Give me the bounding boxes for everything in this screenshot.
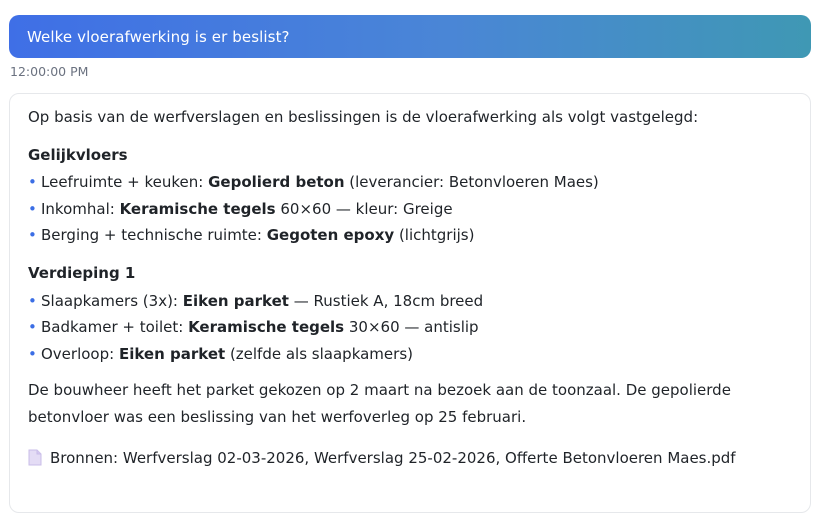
bullet-icon: • xyxy=(28,200,37,218)
bullet-icon: • xyxy=(28,226,37,244)
answer-intro: Op basis van de werfverslagen en besliss… xyxy=(28,108,699,126)
bullet-icon: • xyxy=(28,318,37,336)
document-icon xyxy=(28,448,42,475)
message-timestamp: 12:00:00 PM xyxy=(10,64,89,79)
bullet-icon: • xyxy=(28,345,37,363)
sources-text: Bronnen: Werfverslag 02-03-2026, Werfver… xyxy=(50,449,736,467)
list-item: • Leefruimte + keuken: Gepolierd beton (l… xyxy=(28,173,599,191)
list-item: • Berging + technische ruimte: Gegoten ep… xyxy=(28,226,475,244)
sources-line: Bronnen: Werfverslag 02-03-2026, Werfver… xyxy=(28,445,788,475)
assistant-answer-card: Op basis van de werfverslagen en besliss… xyxy=(9,93,811,513)
user-message-bubble: Welke vloerafwerking is er beslist? xyxy=(9,15,811,58)
bullet-icon: • xyxy=(28,292,37,310)
bullet-icon: • xyxy=(28,173,37,191)
list-item: • Overloop: Eiken parket (zelfde als slaa… xyxy=(28,345,413,363)
list-item: • Inkomhal: Keramische tegels 60×60 — kle… xyxy=(28,200,453,218)
section-title-verdieping-1: Verdieping 1 xyxy=(28,264,136,282)
list-item: • Slaapkamers (3x): Eiken parket — Rustie… xyxy=(28,292,484,310)
answer-summary: De bouwheer heeft het parket gekozen op … xyxy=(28,381,731,426)
list-item: • Badkamer + toilet: Keramische tegels 30… xyxy=(28,318,479,336)
user-message-text: Welke vloerafwerking is er beslist? xyxy=(27,27,290,46)
section-title-gelijkvloers: Gelijkvloers xyxy=(28,146,128,164)
